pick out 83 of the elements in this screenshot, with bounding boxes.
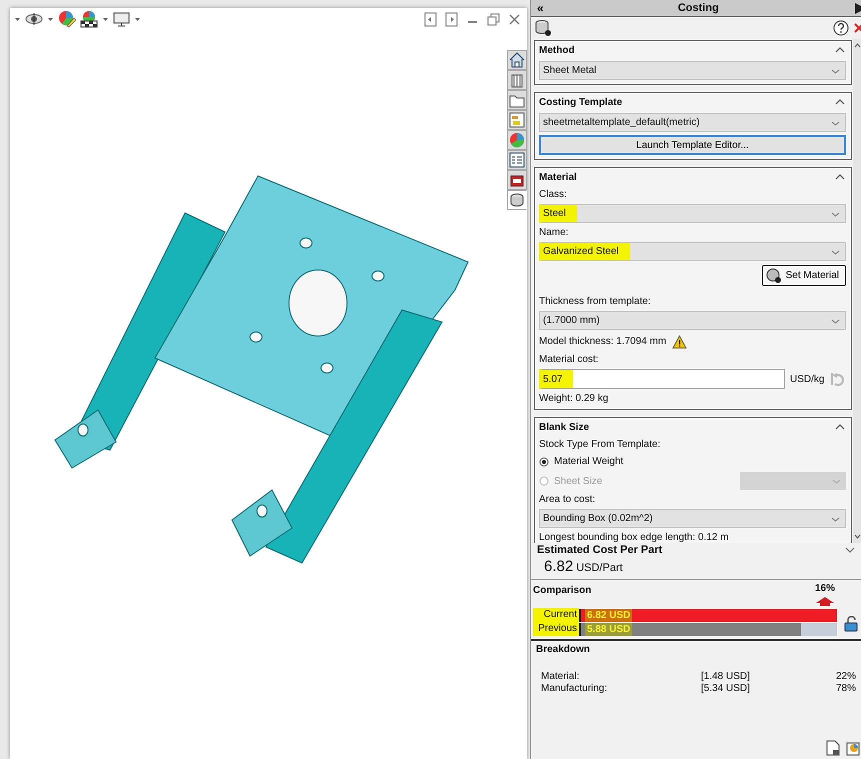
- change-percent: 16%: [814, 583, 835, 594]
- section-title: Blank Size: [539, 422, 590, 432]
- dropdown[interactable]: Bounding Box (0.02m^2): [539, 509, 846, 528]
- cost-input-field[interactable]: 5.07: [539, 369, 785, 389]
- field-label: Stock Type From Template:: [539, 438, 662, 451]
- field-label: Longest bounding box edge length: 0.12 m: [539, 531, 730, 543]
- section-title: Material: [539, 172, 578, 182]
- cost-value: 6.82: [544, 558, 574, 575]
- restore-icon[interactable]: [487, 12, 500, 26]
- eye-icon[interactable]: [25, 12, 43, 26]
- field-label: Material cost:: [539, 353, 600, 366]
- chart-report-icon[interactable]: [845, 740, 861, 756]
- toolbox-tab[interactable]: [507, 170, 527, 190]
- cost-share: 78%: [836, 683, 856, 694]
- sphere-gear-icon: [766, 268, 782, 284]
- section-title: Method: [539, 44, 576, 56]
- folder-tab[interactable]: [507, 90, 527, 110]
- dropdown-caret-icon[interactable]: [47, 16, 54, 22]
- up-arrow-icon: [815, 596, 835, 607]
- panel-left-icon[interactable]: [424, 12, 437, 26]
- color-checker-icon[interactable]: [80, 10, 98, 28]
- costing-icon: [508, 191, 526, 209]
- dropdown[interactable]: (1.7000 mm): [539, 311, 846, 330]
- display-tab[interactable]: [507, 110, 527, 130]
- collapse-chevron-icon[interactable]: [834, 172, 846, 182]
- dropdown-caret-icon[interactable]: [134, 16, 141, 22]
- launch-editor-button[interactable]: Launch Template Editor...: [539, 135, 846, 155]
- color-pencil-icon[interactable]: [58, 10, 76, 28]
- panel-right-icon[interactable]: [445, 12, 458, 26]
- field-label: Name:: [539, 226, 570, 239]
- scroll-down-icon: [854, 534, 860, 539]
- close-icon[interactable]: [508, 12, 521, 26]
- expand-chevron-icon[interactable]: [845, 546, 855, 554]
- scroll-up-icon: [854, 43, 860, 48]
- radio-option[interactable]: Material Weight: [539, 454, 846, 469]
- bar-value: 6.82 USD: [585, 608, 632, 622]
- unit-label: USD/kg: [790, 374, 824, 384]
- collapse-chevron-icon[interactable]: [834, 422, 846, 432]
- set-material-button[interactable]: Set Material: [762, 265, 846, 286]
- collapse-chevron-icon[interactable]: [834, 97, 846, 107]
- unit-label: USD/Part: [576, 562, 623, 574]
- warning-icon: [672, 334, 688, 348]
- section-title: Costing Template: [539, 96, 624, 108]
- home-icon: [508, 51, 526, 69]
- display-icon: [508, 111, 526, 129]
- dropdown[interactable]: Galvanized Steel: [539, 242, 846, 261]
- bar-label: Current: [533, 608, 579, 622]
- cost-name: Material:: [541, 671, 580, 682]
- cost-amount: [5.34 USD]: [701, 683, 751, 694]
- help-icon[interactable]: [833, 20, 849, 36]
- cost-amount: [1.48 USD]: [701, 671, 751, 682]
- appearance-icon: [508, 131, 526, 149]
- info-text: Model thickness: 1.7094 mm: [539, 336, 666, 347]
- dropdown[interactable]: Sheet Metal: [539, 61, 846, 80]
- database-settings-icon: [535, 19, 551, 37]
- scrollbar[interactable]: [853, 39, 861, 543]
- cost-name: Manufacturing:: [541, 683, 608, 694]
- bar-label: Previous: [533, 622, 579, 636]
- costing-tab[interactable]: [507, 190, 527, 210]
- unlock-icon[interactable]: [844, 616, 858, 632]
- properties-icon: [508, 151, 526, 169]
- dropdown-caret-icon[interactable]: [102, 16, 109, 22]
- field-label: Weight: 0.29 kg: [539, 392, 610, 405]
- field-label: Class:: [539, 188, 568, 201]
- properties-tab[interactable]: [507, 150, 527, 170]
- report-icon[interactable]: [825, 740, 841, 756]
- cost-share: 22%: [836, 671, 856, 682]
- bar-value: 5.88 USD: [585, 622, 632, 636]
- panel-title: Costing: [676, 2, 720, 14]
- monitor-icon[interactable]: [113, 12, 130, 26]
- field-label: Area to cost:: [539, 493, 596, 506]
- collapse-chevron-icon[interactable]: [834, 45, 846, 55]
- section-title: Breakdown: [536, 644, 591, 655]
- parts-tab[interactable]: [507, 70, 527, 90]
- dropdown-caret-icon[interactable]: [14, 16, 21, 22]
- section-title: Estimated Cost Per Part: [537, 544, 664, 556]
- dropdown[interactable]: sheetmetaltemplate_default(metric): [539, 113, 846, 132]
- section-title: Comparison: [533, 585, 592, 596]
- close-icon[interactable]: [853, 22, 861, 34]
- field-label: Thickness from template:: [539, 295, 652, 308]
- home-tab[interactable]: [507, 50, 527, 70]
- collapse-button[interactable]: «: [537, 1, 544, 15]
- dropdown[interactable]: Steel: [539, 204, 846, 223]
